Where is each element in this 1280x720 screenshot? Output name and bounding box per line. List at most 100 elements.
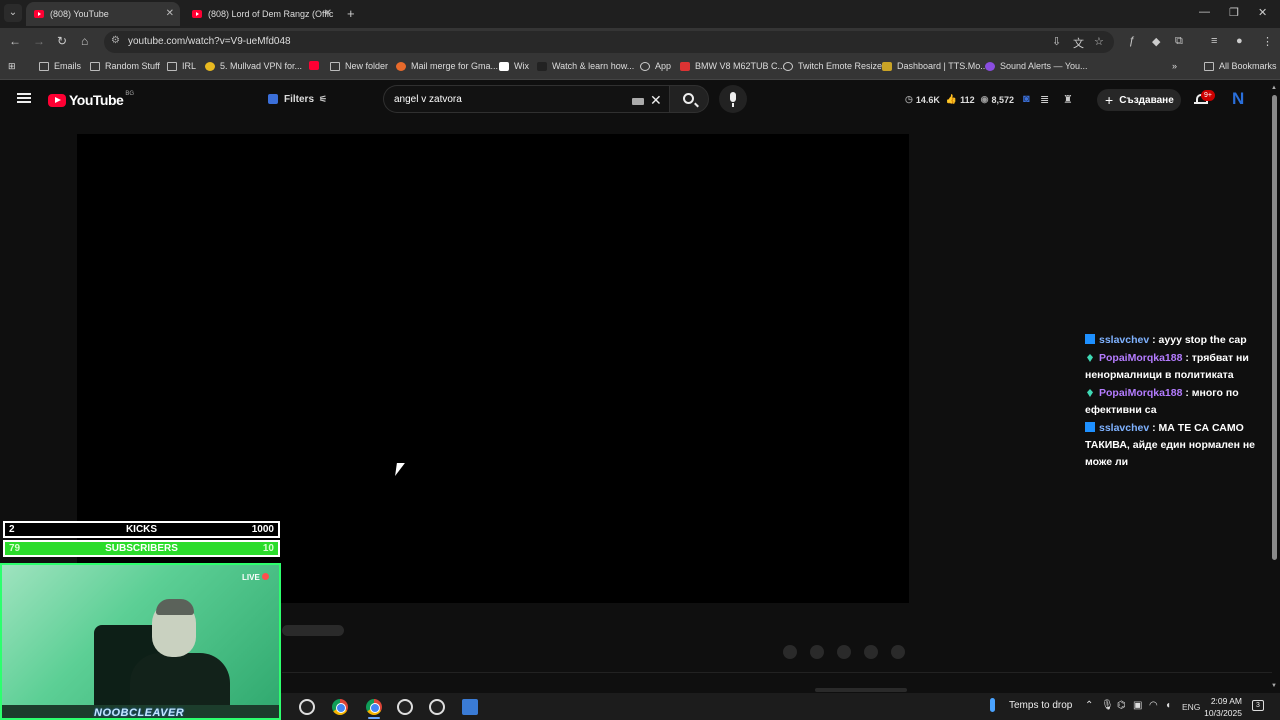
taskbar-app-icon[interactable]: [429, 699, 445, 715]
plus-icon: +: [1105, 92, 1114, 108]
bookmark-mullvad[interactable]: 5. Mullvad VPN for...: [205, 61, 302, 71]
chat-message: sslavchev : МА ТЕ СА САМО ТАКИВА, айде е…: [1085, 420, 1265, 471]
live-dot-icon: [261, 573, 269, 580]
restore-icon[interactable]: ❐: [1229, 6, 1239, 19]
new-tab-icon[interactable]: +: [347, 6, 355, 21]
bookmark-bmw[interactable]: BMW V8 M62TUB C...: [680, 61, 785, 71]
bookmarks-bar: ⊞ Emails Random Stuff IRL 5. Mullvad VPN…: [0, 56, 1280, 80]
streamer-hair: [156, 599, 194, 615]
extension-fx-icon[interactable]: ƒ: [1129, 35, 1135, 47]
all-bookmarks[interactable]: All Bookmarks: [1204, 61, 1277, 71]
display-icon[interactable]: ▣: [1133, 700, 1142, 711]
tab-title: (808) Lord of Dem Rangz (Offic: [208, 9, 334, 19]
bookmark-wix[interactable]: Wix: [499, 61, 529, 71]
search-input[interactable]: angel v zatvora ✕: [383, 85, 669, 113]
wifi-icon[interactable]: ◠: [1149, 700, 1158, 711]
thermometer-icon: [990, 698, 995, 712]
taskbar-app-icon[interactable]: [299, 699, 315, 715]
create-button[interactable]: + Създаване: [1097, 89, 1181, 111]
microphone-icon[interactable]: 🎙: [1101, 700, 1114, 711]
subs-goal: 10: [262, 543, 274, 554]
reload-icon[interactable]: ↻: [57, 34, 67, 48]
search-button[interactable]: [669, 85, 709, 113]
translate-icon[interactable]: 文: [1073, 35, 1084, 51]
bookmark-watch-learn[interactable]: Watch & learn how...: [537, 61, 634, 71]
clock-date: 10/3/2025: [1204, 708, 1242, 718]
keyboard-icon[interactable]: [632, 98, 644, 105]
bookmark-sound-alerts[interactable]: Sound Alerts — You...: [985, 61, 1088, 71]
bookmark-mail-merge[interactable]: Mail merge for Gma...: [396, 61, 498, 71]
tab-lord-of-dem-rangz[interactable]: (808) Lord of Dem Rangz (Offic ✕: [184, 2, 338, 26]
more-bookmarks-icon[interactable]: »: [1172, 61, 1177, 71]
voice-search-button[interactable]: [719, 85, 747, 113]
bookmark-tts-dashboard[interactable]: Dashboard | TTS.Mo...: [882, 61, 988, 71]
bookmark-new-folder[interactable]: New folder: [330, 61, 388, 71]
chrome-profile-icon[interactable]: [332, 699, 348, 715]
system-clock[interactable]: 2:09 AM 10/3/2025: [1202, 695, 1242, 719]
minimize-icon[interactable]: —: [1199, 6, 1210, 18]
youtube-logo[interactable]: YouTube BG: [48, 91, 134, 108]
chat-badge-icon: [1085, 422, 1095, 432]
logo-text: YouTube: [69, 92, 124, 108]
bookmark-star-icon[interactable]: ☆: [1094, 35, 1104, 48]
subs-label: SUBSCRIBERS: [105, 543, 178, 554]
browser-menu-icon[interactable]: ⋮: [1262, 35, 1273, 48]
chat-text: : ayyy stop the cap: [1152, 334, 1247, 346]
bmw-icon: [680, 61, 690, 71]
streamer-name: NOOBCLEAVER: [94, 707, 185, 719]
home-icon[interactable]: ⌂: [81, 34, 88, 48]
bookmark-random-stuff[interactable]: Random Stuff: [90, 61, 160, 71]
trophy-icon[interactable]: ♜: [1063, 93, 1073, 106]
bookmark-youtube[interactable]: [309, 61, 324, 70]
install-app-icon[interactable]: ⇩: [1052, 35, 1061, 48]
playlist-icon[interactable]: ≣: [1040, 93, 1049, 106]
chrome-icon[interactable]: [366, 699, 382, 715]
media-controls-icon[interactable]: ≡: [1211, 35, 1217, 47]
sound-alerts-icon: [985, 61, 995, 71]
extensions-puzzle-icon[interactable]: ⧉: [1175, 35, 1183, 48]
youtube-header: YouTube BG Filters ⚟ angel v zatvora ✕ ◷…: [0, 81, 1280, 117]
clear-search-icon[interactable]: ✕: [650, 92, 662, 109]
weather-widget[interactable]: Temps to drop: [990, 698, 1072, 712]
chat-message: PopaiMorqka188 : трябват ни ненормалници…: [1085, 350, 1265, 384]
tab-youtube[interactable]: (808) YouTube ✕: [26, 2, 180, 26]
address-bar[interactable]: ⚙ youtube.com/watch?v=V9-ueMfd048: [104, 31, 1114, 53]
scroll-up-icon[interactable]: ▲: [1271, 85, 1277, 91]
network-icon[interactable]: ⌬: [1117, 700, 1126, 711]
scroll-down-icon[interactable]: ▼: [1271, 683, 1277, 689]
obs-icon[interactable]: [397, 699, 413, 715]
bookmark-irl[interactable]: IRL: [167, 61, 196, 71]
wix-icon: [499, 61, 509, 71]
gem-badge-icon: [1087, 354, 1093, 362]
calculator-icon[interactable]: [462, 699, 478, 715]
back-icon[interactable]: ←: [9, 34, 21, 48]
scrollbar-thumb[interactable]: [1272, 95, 1277, 560]
tab-search-button[interactable]: ⌄: [4, 4, 22, 22]
filters-button[interactable]: Filters ⚟: [260, 89, 330, 109]
page-scrollbar[interactable]: ▲ ▼: [1271, 85, 1277, 690]
create-label: Създаване: [1119, 94, 1174, 106]
menu-icon[interactable]: [17, 93, 31, 103]
avatar[interactable]: N: [1232, 89, 1244, 109]
chat-message: PopaiMorqka188 : много по ефективни са: [1085, 385, 1265, 419]
volume-icon[interactable]: ◖: [1165, 700, 1171, 711]
forward-icon[interactable]: →: [33, 34, 45, 48]
show-hidden-icons-icon[interactable]: ⌃: [1085, 700, 1093, 711]
close-window-icon[interactable]: ✕: [1258, 6, 1267, 19]
bookmark-label: 5. Mullvad VPN for...: [220, 61, 303, 71]
folder-icon: [167, 61, 177, 71]
filter-extension-icon[interactable]: ◙: [1023, 93, 1030, 105]
extension-gem-icon[interactable]: ◆: [1152, 35, 1160, 48]
bookmark-twitch-emote[interactable]: Twitch Emote Resizer: [783, 61, 885, 71]
apps-grid-icon[interactable]: ⊞: [8, 61, 16, 72]
loading-placeholder: [815, 688, 907, 692]
bookmark-app[interactable]: App: [640, 61, 671, 71]
placeholder-dot: [837, 645, 851, 659]
close-tab-icon[interactable]: ✕: [324, 8, 332, 19]
close-tab-icon[interactable]: ✕: [166, 8, 174, 19]
bookmark-emails[interactable]: Emails: [39, 61, 81, 71]
language-indicator[interactable]: ENG: [1182, 702, 1200, 712]
site-info-icon[interactable]: ⚙: [111, 35, 120, 46]
profile-icon[interactable]: ●: [1236, 35, 1243, 47]
notification-center-icon[interactable]: 3: [1252, 700, 1264, 711]
